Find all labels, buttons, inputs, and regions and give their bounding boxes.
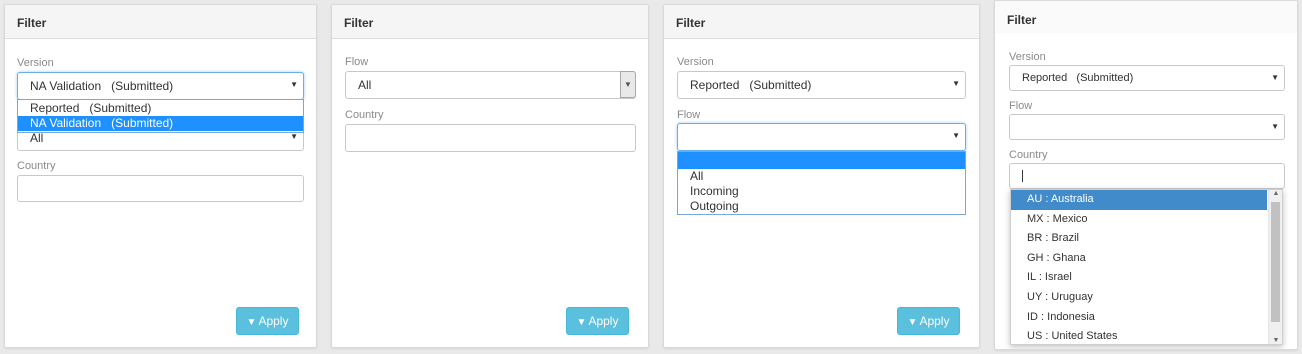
text-cursor [1022,169,1023,182]
scrollbar-thumb[interactable] [1271,202,1280,322]
scroll-up-icon[interactable]: ▲ [1269,190,1283,197]
version-select[interactable]: Reported (Submitted) ▼ [677,71,966,99]
caret-down-icon: ▼ [290,80,298,89]
flow-option-blank[interactable] [678,152,965,169]
version-select[interactable]: Reported (Submitted) ▼ [1009,65,1285,91]
country-label: Country [17,160,56,172]
flow-label: Flow [1009,100,1033,112]
flow-select[interactable]: ▼ [1009,114,1285,140]
caret-down-icon: ▼ [290,132,298,141]
country-input[interactable] [345,124,636,152]
flow-option-all[interactable]: All [678,169,965,184]
country-option-uy[interactable]: UY : Uruguay [1011,288,1267,308]
country-input[interactable] [17,175,304,202]
scroll-down-icon[interactable]: ▼ [1269,337,1283,344]
version-label: Version [677,56,714,68]
version-select-value: Reported (Submitted) [1022,72,1134,84]
flow-option-incoming[interactable]: Incoming [678,184,965,199]
filter-panel-4: Filter Version Reported (Submitted) ▼ Fl… [994,0,1298,350]
version-select-value: NA Validation (Submitted) [30,79,174,93]
panel-title: Filter [5,5,316,39]
version-dropdown: Reported (Submitted) NA Validation (Subm… [17,99,304,133]
caret-down-icon: ▼ [952,131,960,140]
version-select[interactable]: NA Validation (Submitted) ▼ [17,72,304,100]
panel-title: Filter [664,5,979,39]
country-label: Country [1009,149,1048,161]
flow-option-outgoing[interactable]: Outgoing [678,199,965,214]
version-option-na-validation[interactable]: NA Validation (Submitted) [18,116,303,131]
country-dropdown: AU : Australia MX : Mexico BR : Brazil G… [1010,189,1283,345]
country-option-gh[interactable]: GH : Ghana [1011,249,1267,269]
chevron-down-icon[interactable]: ▼ [620,71,636,98]
apply-button[interactable]: ▼ Apply [897,307,960,335]
panel-title: Filter [995,1,1297,33]
flow-label: Flow [677,109,701,121]
panel-title: Filter [332,5,648,39]
filter-panel-1: Filter Version All ▼ NA Validation (Subm… [4,4,317,348]
version-label: Version [1009,51,1046,63]
version-option-reported[interactable]: Reported (Submitted) [18,101,303,116]
apply-label: Apply [588,314,619,328]
version-label: Version [17,57,54,69]
caret-down-icon: ▼ [1271,73,1279,82]
apply-label: Apply [258,314,289,328]
flow-select-value: All [30,131,44,145]
filter-icon: ▼ [246,317,257,328]
country-label: Country [345,109,384,121]
country-input[interactable] [1009,163,1285,189]
dropdown-scrollbar[interactable]: ▲ ▼ [1268,190,1282,344]
version-select-value: Reported (Submitted) [690,78,812,92]
filter-panel-3: Filter Version Reported (Submitted) ▼ Fl… [663,4,980,348]
filter-icon: ▼ [576,317,587,328]
country-option-id[interactable]: ID : Indonesia [1011,308,1267,328]
apply-button[interactable]: ▼ Apply [566,307,629,335]
flow-label: Flow [345,56,369,68]
country-option-il[interactable]: IL : Israel [1011,268,1267,288]
apply-button[interactable]: ▼ Apply [236,307,299,335]
filter-panel-2: Filter Flow All ▼ Country ▼ Apply [331,4,649,348]
flow-select-value: All [358,78,372,92]
flow-select[interactable]: ▼ [677,123,966,151]
flow-select[interactable]: All ▼ [345,71,636,99]
filter-icon: ▼ [907,317,918,328]
country-option-us[interactable]: US : United States [1011,327,1267,347]
caret-down-icon: ▼ [952,79,960,88]
flow-dropdown: All Incoming Outgoing [677,151,966,215]
country-option-au[interactable]: AU : Australia [1011,190,1267,210]
country-option-mx[interactable]: MX : Mexico [1011,210,1267,230]
apply-label: Apply [919,314,950,328]
country-option-br[interactable]: BR : Brazil [1011,229,1267,249]
caret-down-icon: ▼ [1271,122,1279,131]
